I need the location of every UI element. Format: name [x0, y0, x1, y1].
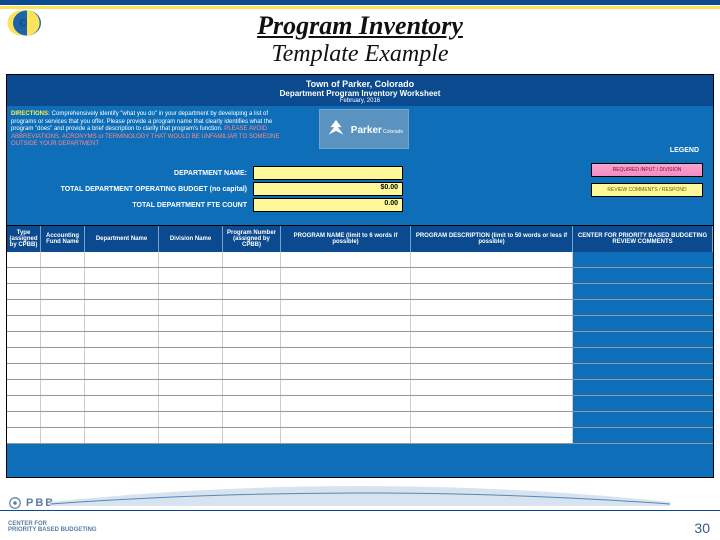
- title-line-1: Program Inventory: [0, 11, 720, 41]
- department-fields: DEPARTMENT NAME: TOTAL DEPARTMENT OPERAT…: [7, 165, 413, 213]
- worksheet-header: Town of Parker, Colorado Department Prog…: [7, 75, 713, 106]
- worksheet-date: February, 2016: [7, 98, 713, 104]
- program-table: Type (assigned by CPBB) Accounting Fund …: [7, 225, 713, 444]
- dept-name-value: [253, 166, 403, 180]
- col-division: Division Name: [159, 226, 223, 252]
- worksheet-name: Department Program Inventory Worksheet: [7, 89, 713, 98]
- table-row: [7, 284, 713, 300]
- table-row: [7, 300, 713, 316]
- table-row: [7, 412, 713, 428]
- col-progname: PROGRAM NAME (limit to 6 words if possib…: [281, 226, 411, 252]
- directions-label: DIRECTIONS:: [11, 111, 50, 117]
- table-row: [7, 316, 713, 332]
- top-yellow-bar: [0, 6, 720, 9]
- dept-fte-label: TOTAL DEPARTMENT FTE COUNT: [7, 202, 253, 209]
- col-type: Type (assigned by CPBB): [7, 226, 41, 252]
- legend-required: REQUIRED INPUT / DIVISION: [591, 163, 703, 177]
- town-name: Town of Parker, Colorado: [7, 79, 713, 89]
- swoosh-decoration: [50, 476, 670, 506]
- top-border-bar: [0, 0, 720, 5]
- dept-budget-value: $0.00: [253, 182, 403, 196]
- pbb-logo: PBB: [8, 496, 55, 510]
- legend-title: LEGEND: [670, 147, 699, 154]
- directions-text: DIRECTIONS: Comprehensively identify "wh…: [11, 111, 291, 149]
- col-dept: Department Name: [85, 226, 159, 252]
- table-body: [7, 252, 713, 444]
- table-row: [7, 380, 713, 396]
- center-for-text: CENTER FORPRIORITY BASED BUDGETING: [8, 521, 97, 534]
- table-row: [7, 332, 713, 348]
- worksheet-screenshot: Town of Parker, Colorado Department Prog…: [6, 74, 714, 478]
- table-row: [7, 252, 713, 268]
- legend-review: REVIEW COMMENTS / RESPOND: [591, 183, 703, 197]
- page-number: 30: [694, 520, 710, 536]
- gear-icon: [8, 496, 22, 510]
- parker-logo: ParkerColorado: [319, 109, 409, 149]
- parker-text: Parker: [351, 125, 382, 136]
- dept-budget-label: TOTAL DEPARTMENT OPERATING BUDGET (no ca…: [7, 186, 253, 193]
- table-row: [7, 268, 713, 284]
- leaf-icon: [325, 118, 347, 140]
- table-row: [7, 348, 713, 364]
- slide-title: Program Inventory Template Example: [0, 11, 720, 68]
- corner-logo-icon: ©: [6, 6, 48, 40]
- table-row: [7, 364, 713, 380]
- svg-text:©: ©: [19, 18, 28, 30]
- dept-name-label: DEPARTMENT NAME:: [7, 170, 253, 177]
- table-row: [7, 396, 713, 412]
- table-header-row: Type (assigned by CPBB) Accounting Fund …: [7, 226, 713, 252]
- col-prognum: Program Number (assigned by CPBB): [223, 226, 281, 252]
- table-row: [7, 428, 713, 444]
- col-progdesc: PROGRAM DESCRIPTION (limit to 50 words o…: [411, 226, 573, 252]
- col-comments: CENTER FOR PRIORITY BASED BUDGETING REVI…: [573, 226, 713, 252]
- parker-sub: Colorado: [383, 129, 403, 135]
- pbb-text: PBB: [26, 497, 55, 509]
- col-fund: Accounting Fund Name: [41, 226, 85, 252]
- title-line-2: Template Example: [0, 41, 720, 68]
- footer-bar: [0, 510, 720, 540]
- dept-fte-value: 0.00: [253, 198, 403, 212]
